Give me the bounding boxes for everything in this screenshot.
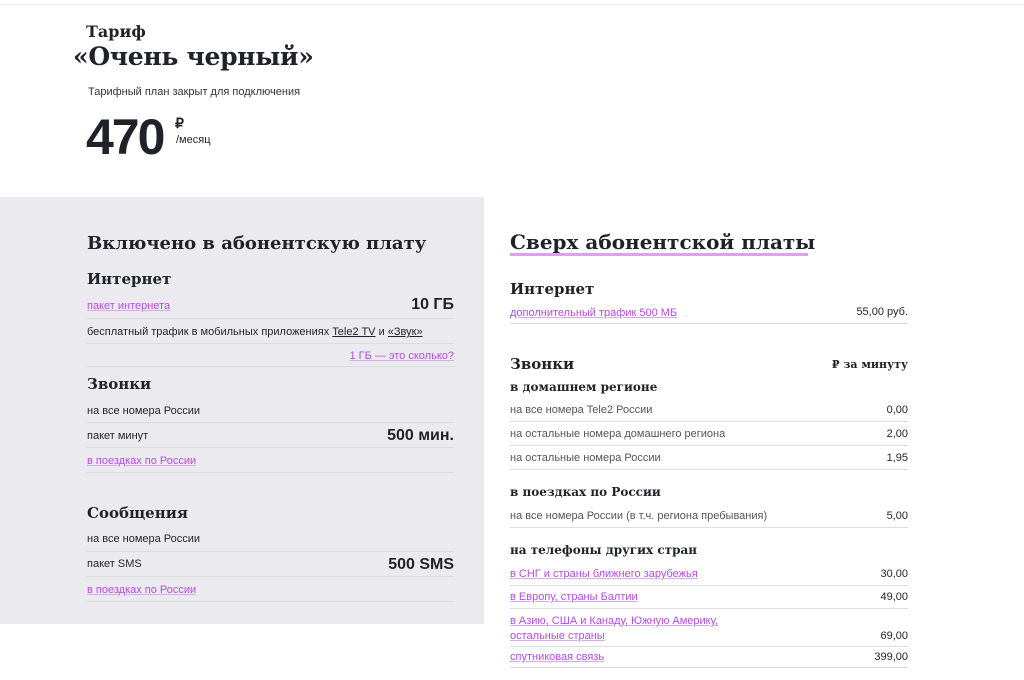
sms-all-numbers: на все номера России [87,533,201,545]
tariff-label: Тариф [86,22,146,41]
intl-title: на телефоны других стран [510,543,698,557]
tariff-name: «Очень черный» [73,42,314,71]
free-traffic-text: бесплатный трафик в мобильных приложения… [87,326,423,338]
included-calls-title: Звонки [87,375,152,393]
divider [87,447,455,448]
title-highlight [510,253,808,256]
minutes-package-value: 500 мин. [387,427,454,444]
ruble-sign: ₽ [175,115,184,131]
included-sms-title: Сообщения [87,504,188,522]
extra-traffic-price: 55,00 руб. [856,306,908,318]
trips-row-value: 5,00 [886,510,908,522]
trips-title: в поездках по России [510,485,661,499]
intl-row-link[interactable]: спутниковая связь [510,651,604,663]
per-minute-unit: ₽ за минуту [831,358,908,371]
divider [87,318,455,319]
intl-row-link[interactable]: остальные страны [510,630,605,642]
price-period: /месяц [176,134,211,146]
extra-title: Сверх абонентской платы [510,230,816,254]
intl-row-value: 49,00 [880,591,908,603]
intl-row-link[interactable]: в Европу, страны Балтии [510,591,638,603]
divider [510,445,908,446]
extra-internet-title: Интернет [510,280,595,298]
internet-package-value: 10 ГБ [411,296,454,313]
internet-package-link[interactable]: пакет интернета [87,300,170,312]
and-text: и [378,326,385,338]
divider [510,527,908,528]
top-divider [0,4,1024,5]
price-value: 470 [86,109,165,165]
home-row-label: на все номера Tele2 России [510,404,653,416]
divider [510,608,908,609]
divider [87,343,455,344]
home-row-label: на остальные номера домашнего региона [510,428,726,440]
calls-all-numbers: на все номера России [87,405,201,417]
home-row-label: на остальные номера России [510,452,661,464]
home-region-title: в домашнем регионе [510,380,658,394]
divider [510,421,908,422]
divider [87,576,455,577]
divider [87,601,455,602]
intl-row-value: 69,00 [880,630,908,642]
extra-traffic-link[interactable]: дополнительный трафик 500 МБ [510,307,677,319]
divider [87,551,455,552]
sms-package-label: пакет SMS [87,558,142,570]
divider [510,585,908,586]
home-row-value: 1,95 [886,452,908,464]
divider [87,366,455,367]
divider [87,422,455,423]
zvuk-link[interactable]: «Звук» [388,326,423,338]
gb-info-link[interactable]: 1 ГБ — это сколько? [349,350,454,362]
closed-note: Тарифный план закрыт для подключения [88,86,301,98]
intl-row-value: 399,00 [874,651,908,663]
divider [510,667,908,668]
home-row-value: 0,00 [886,404,908,416]
intl-row-link[interactable]: в СНГ и страны ближнего зарубежья [510,568,698,580]
calls-trips-link[interactable]: в поездках по России [87,455,196,467]
sms-trips-link[interactable]: в поездках по России [87,584,196,596]
included-internet-title: Интернет [87,270,172,288]
sms-package-value: 500 SMS [388,556,454,573]
extra-calls-title: Звонки [510,355,575,373]
divider [87,472,455,473]
intl-row-link[interactable]: в Азию, США и Канаду, Южную Америку, [510,615,718,627]
intl-row-value: 30,00 [880,568,908,580]
minutes-package-label: пакет минут [87,430,149,442]
divider [510,323,908,324]
tele2-tv-link[interactable]: Tele2 TV [332,326,375,338]
trips-row-label: на все номера России (в т.ч. региона пре… [510,510,768,522]
included-title: Включено в абонентскую плату [87,233,427,254]
home-row-value: 2,00 [886,428,908,440]
free-traffic-label: бесплатный трафик в мобильных приложения… [87,326,330,338]
divider [510,646,908,647]
divider [510,469,908,470]
